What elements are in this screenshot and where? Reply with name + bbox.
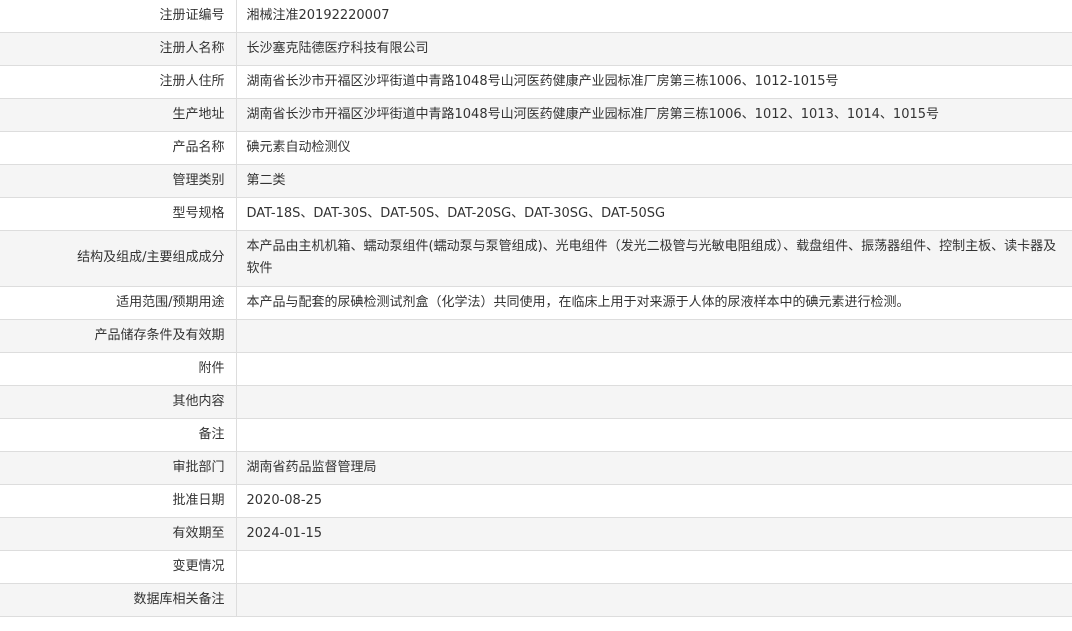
field-value xyxy=(236,583,1072,617)
table-row: 数据库相关备注 xyxy=(0,583,1072,617)
field-label: 注册人住所 xyxy=(0,65,237,99)
field-value: 本产品由主机机箱、蠕动泵组件(蠕动泵与泵管组成)、光电组件（发光二极管与光敏电阻… xyxy=(236,230,1072,287)
field-label: 注册证编号 xyxy=(0,0,237,33)
field-value: 湖南省长沙市开福区沙坪街道中青路1048号山河医药健康产业园标准厂房第三栋100… xyxy=(236,65,1072,99)
table-row: 批准日期 2020-08-25 xyxy=(0,484,1072,518)
field-label: 有效期至 xyxy=(0,517,237,551)
field-value: 本产品与配套的尿碘检测试剂盒（化学法）共同使用，在临床上用于对来源于人体的尿液样… xyxy=(236,286,1072,320)
field-label: 适用范围/预期用途 xyxy=(0,286,237,320)
field-value: DAT-18S、DAT-30S、DAT-50S、DAT-20SG、DAT-30S… xyxy=(236,197,1072,231)
field-label: 注册人名称 xyxy=(0,32,237,66)
field-label: 审批部门 xyxy=(0,451,237,485)
table-row: 有效期至 2024-01-15 xyxy=(0,517,1072,551)
field-label: 产品储存条件及有效期 xyxy=(0,319,237,353)
field-label: 变更情况 xyxy=(0,550,237,584)
field-label: 管理类别 xyxy=(0,164,237,198)
table-row: 变更情况 xyxy=(0,550,1072,584)
field-label: 其他内容 xyxy=(0,385,237,419)
registration-record-table: 注册证编号 湘械注准20192220007 注册人名称 长沙塞克陆德医疗科技有限… xyxy=(0,0,1072,617)
table-row: 注册人住所 湖南省长沙市开福区沙坪街道中青路1048号山河医药健康产业园标准厂房… xyxy=(0,65,1072,99)
field-label: 生产地址 xyxy=(0,98,237,132)
field-value: 碘元素自动检测仪 xyxy=(236,131,1072,165)
field-value: 湖南省药品监督管理局 xyxy=(236,451,1072,485)
field-value: 湘械注准20192220007 xyxy=(236,0,1072,33)
field-label: 批准日期 xyxy=(0,484,237,518)
field-value xyxy=(236,385,1072,419)
table-row: 管理类别 第二类 xyxy=(0,164,1072,198)
table-row: 注册证编号 湘械注准20192220007 xyxy=(0,0,1072,33)
field-value: 第二类 xyxy=(236,164,1072,198)
table-row: 注册人名称 长沙塞克陆德医疗科技有限公司 xyxy=(0,32,1072,66)
field-value xyxy=(236,352,1072,386)
table-row: 生产地址 湖南省长沙市开福区沙坪街道中青路1048号山河医药健康产业园标准厂房第… xyxy=(0,98,1072,132)
table-row: 适用范围/预期用途 本产品与配套的尿碘检测试剂盒（化学法）共同使用，在临床上用于… xyxy=(0,286,1072,320)
table-row: 附件 xyxy=(0,352,1072,386)
field-label: 附件 xyxy=(0,352,237,386)
field-label: 备注 xyxy=(0,418,237,452)
table-row: 型号规格 DAT-18S、DAT-30S、DAT-50S、DAT-20SG、DA… xyxy=(0,197,1072,231)
table-row: 结构及组成/主要组成成分 本产品由主机机箱、蠕动泵组件(蠕动泵与泵管组成)、光电… xyxy=(0,230,1072,287)
table-row: 产品名称 碘元素自动检测仪 xyxy=(0,131,1072,165)
table-row: 产品储存条件及有效期 xyxy=(0,319,1072,353)
field-value xyxy=(236,550,1072,584)
field-value: 湖南省长沙市开福区沙坪街道中青路1048号山河医药健康产业园标准厂房第三栋100… xyxy=(236,98,1072,132)
table-row: 其他内容 xyxy=(0,385,1072,419)
field-label: 产品名称 xyxy=(0,131,237,165)
field-label: 结构及组成/主要组成成分 xyxy=(0,230,237,287)
field-value: 长沙塞克陆德医疗科技有限公司 xyxy=(236,32,1072,66)
field-label: 数据库相关备注 xyxy=(0,583,237,617)
table-row: 备注 xyxy=(0,418,1072,452)
field-value xyxy=(236,418,1072,452)
field-value xyxy=(236,319,1072,353)
table-row: 审批部门 湖南省药品监督管理局 xyxy=(0,451,1072,485)
field-value: 2020-08-25 xyxy=(236,484,1072,518)
field-label: 型号规格 xyxy=(0,197,237,231)
field-value: 2024-01-15 xyxy=(236,517,1072,551)
